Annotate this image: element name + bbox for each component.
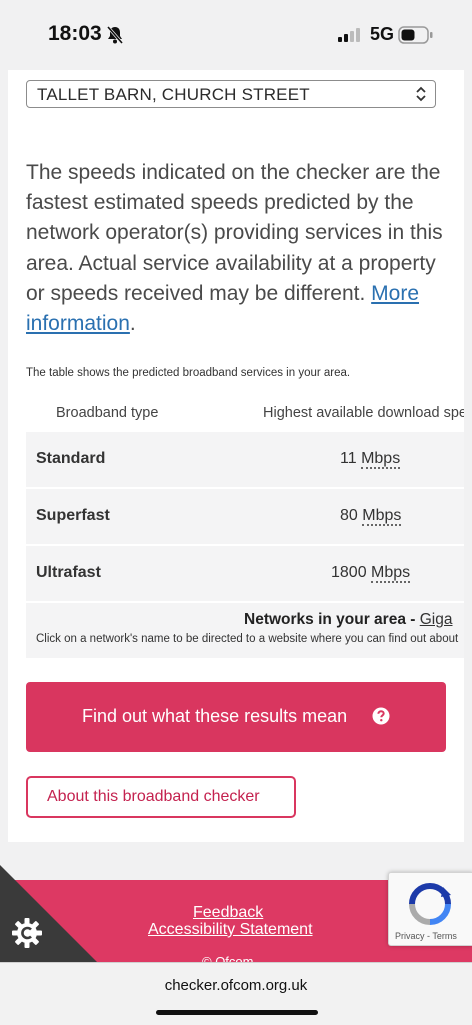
table-row: Ultrafast 1800 Mbps [26,546,464,601]
cookie-settings-tab[interactable] [0,865,100,965]
address-select[interactable]: TALLET BARN, CHURCH STREET [26,80,436,108]
speed-unit[interactable]: Mbps [362,507,402,526]
table-caption: The table shows the predicted broadband … [26,367,351,379]
gear-icon[interactable] [10,916,44,950]
select-updown-icon [416,86,426,102]
row-speed: 1800 Mbps [331,564,411,583]
row-speed: 11 Mbps [340,450,401,469]
about-checker-button[interactable]: About this broadband checker [26,776,296,818]
question-circle-icon [372,707,390,725]
speed-disclaimer: The speeds indicated on the checker are … [26,158,451,339]
disclaimer-end: . [129,312,136,336]
speed-unit[interactable]: Mbps [361,450,401,469]
home-indicator [156,1010,318,1015]
speed-value: 11 [340,450,357,467]
bell-muted-icon [106,26,124,44]
header-broadband-type: Broadband type [56,405,159,421]
results-meaning-label: Find out what these results mean [82,706,348,726]
status-time: 18:03 [48,22,102,45]
terms-link[interactable]: Terms [432,931,457,941]
address-select-value: TALLET BARN, CHURCH STREET [37,85,310,104]
networks-heading: Networks in your area - Giga [244,611,452,629]
about-checker-label: About this broadband checker [47,788,260,805]
row-speed: 80 Mbps [340,507,402,526]
row-type: Standard [36,450,106,467]
browser-url-bar[interactable]: checker.ofcom.org.uk [0,962,472,1025]
recaptcha-badge[interactable]: Privacy - Terms [388,872,472,946]
feedback-link[interactable]: Feedback [193,904,263,922]
broadband-table: Standard 11 Mbps Superfast 80 Mbps Ultra… [26,432,464,658]
status-bar: 18:03 5G [0,0,472,70]
speed-value: 80 [340,507,358,524]
results-meaning-button[interactable]: Find out what these results mean [26,682,446,752]
header-download-speed: Highest available download speed [263,405,464,421]
recaptcha-links: Privacy - Terms [395,931,457,941]
signal-icon [338,28,360,42]
url-text: checker.ofcom.org.uk [164,977,308,994]
table-row: Standard 11 Mbps [26,432,464,487]
table-row: Superfast 80 Mbps [26,489,464,544]
speed-value: 1800 [331,564,367,581]
row-type: Ultrafast [36,564,101,581]
row-type: Superfast [36,507,110,524]
row-divider [26,601,464,603]
network-link[interactable]: Giga [420,611,453,628]
networks-label: Networks in your area - [244,611,420,628]
recaptcha-logo-icon [409,883,451,925]
privacy-link[interactable]: Privacy [395,931,425,941]
battery-icon [398,26,433,44]
speed-unit[interactable]: Mbps [371,564,411,583]
network-type: 5G [370,24,395,44]
results-card: TALLET BARN, CHURCH STREET The speeds in… [8,70,464,842]
networks-description: Click on a network's name to be directed… [36,633,459,645]
accessibility-statement-link[interactable]: Accessibility Statement [148,921,313,939]
